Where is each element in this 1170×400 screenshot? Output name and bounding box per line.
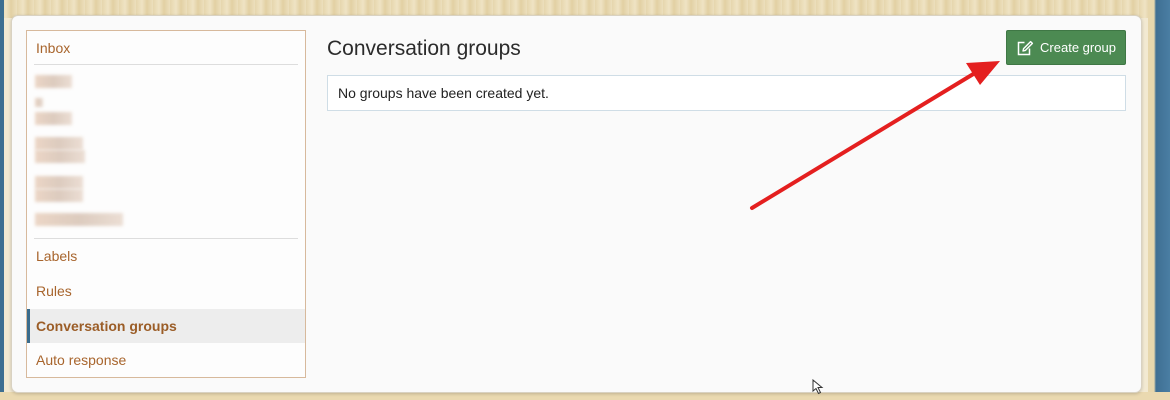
sidebar-item-rules[interactable]: Rules: [27, 274, 305, 308]
redacted-folder-2[interactable]: [35, 112, 72, 125]
settings-sidebar: Inbox Labels Rules Conversation groups A…: [26, 30, 306, 378]
sidebar-item-conversation-groups[interactable]: Conversation groups: [27, 309, 305, 343]
sidebar-item-label: Inbox: [36, 40, 71, 56]
redacted-folder-5[interactable]: [35, 176, 83, 189]
page-title: Conversation groups: [327, 37, 521, 60]
sidebar-item-label: Labels: [36, 248, 78, 264]
sidebar-item-label: Conversation groups: [36, 318, 177, 334]
background-right-edge: [1148, 0, 1170, 400]
redacted-folder-marker: [35, 98, 43, 107]
redacted-folder-1[interactable]: [35, 75, 72, 88]
redacted-folder-6[interactable]: [35, 189, 83, 202]
create-group-label: Create group: [1040, 40, 1116, 55]
edit-icon: [1016, 40, 1034, 56]
background-bottom-strip: [0, 392, 1170, 400]
redacted-folder-3[interactable]: [35, 137, 83, 150]
redacted-folder-4[interactable]: [35, 150, 85, 163]
sidebar-item-auto-response[interactable]: Auto response: [27, 343, 305, 377]
sidebar-divider: [34, 64, 298, 65]
sidebar-item-label: Rules: [36, 283, 72, 299]
background-left-edge: [0, 0, 4, 400]
sidebar-item-label: Auto response: [36, 352, 127, 368]
sidebar-item-labels[interactable]: Labels: [27, 239, 305, 273]
sidebar-item-inbox[interactable]: Inbox: [27, 31, 305, 65]
redacted-folder-7[interactable]: [35, 213, 123, 226]
mouse-cursor-icon: [812, 379, 824, 395]
create-group-button[interactable]: Create group: [1006, 30, 1126, 65]
empty-state-message: No groups have been created yet.: [327, 75, 1126, 111]
